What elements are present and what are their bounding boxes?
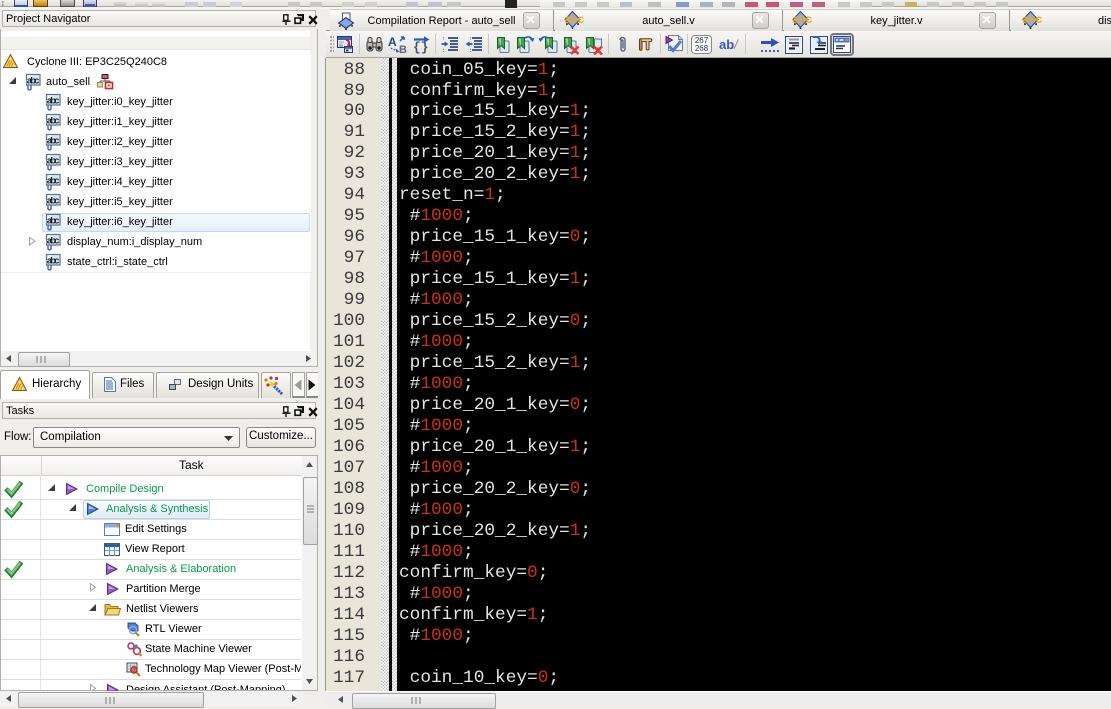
svg-text:A: A [388,35,397,49]
svg-text:{}: {} [413,40,429,55]
svg-text:B: B [399,44,407,56]
